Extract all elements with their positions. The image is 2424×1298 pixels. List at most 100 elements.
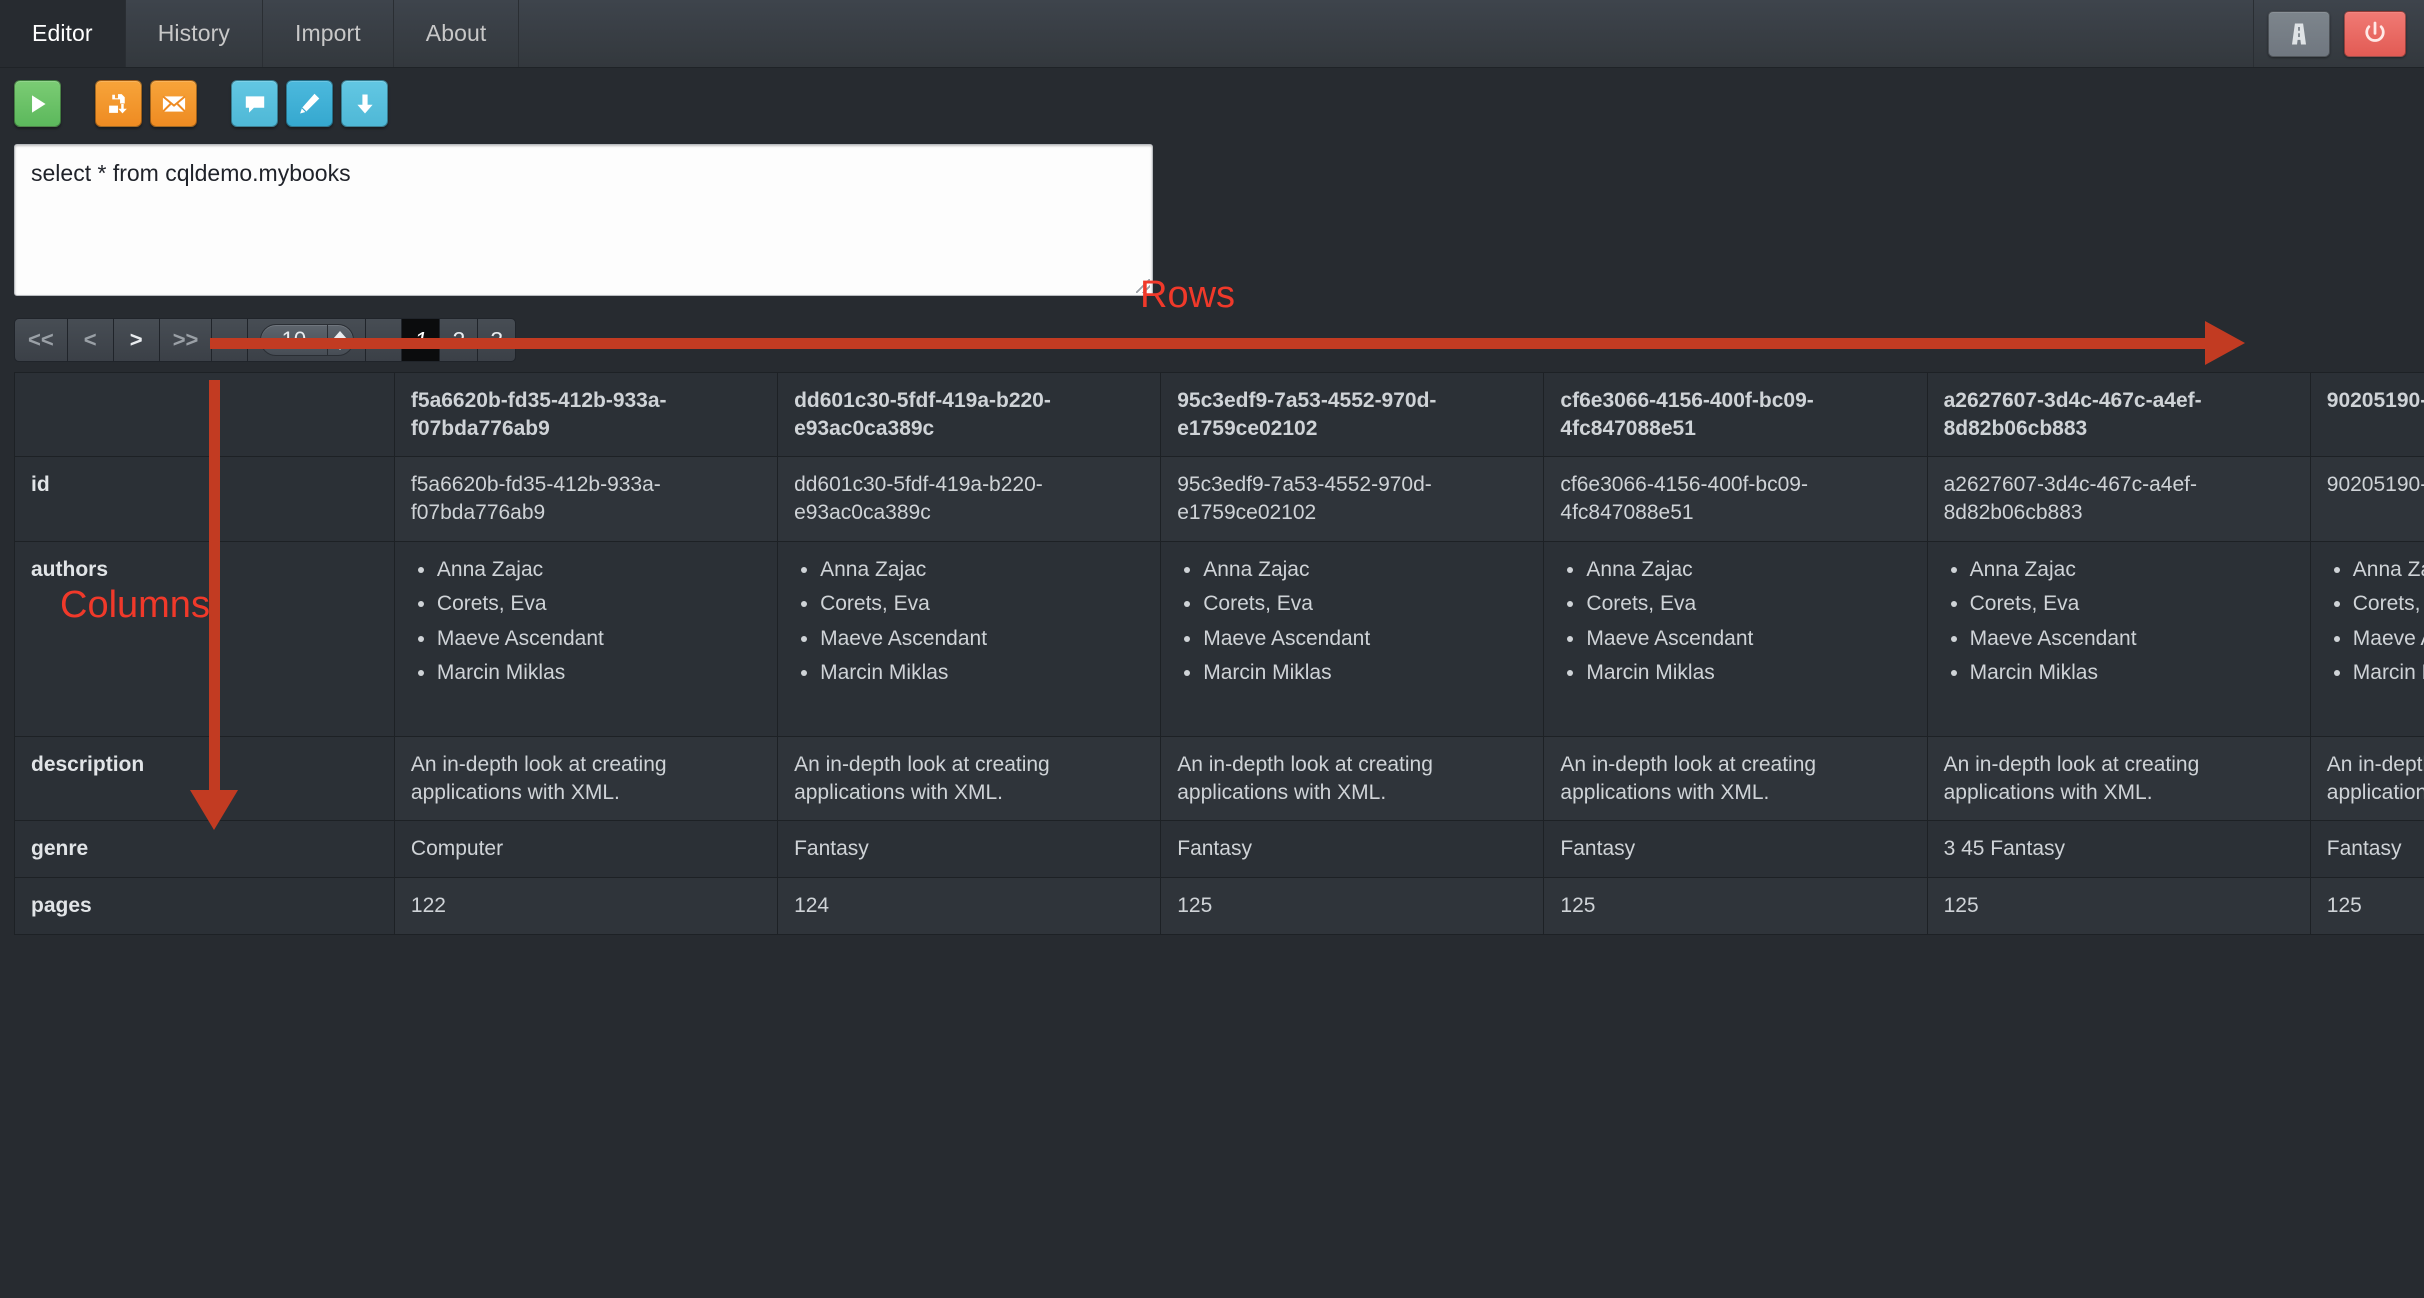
page-prev-button[interactable]: < [66, 318, 113, 362]
edit-button[interactable] [286, 80, 333, 127]
export-mail-button[interactable] [150, 80, 197, 127]
tab-about[interactable]: About [393, 0, 520, 67]
table-cell[interactable]: 3 45 Fantasy [1926, 820, 2311, 879]
tab-editor-label: Editor [32, 20, 93, 46]
list-item: Maeve Ascendant [2353, 625, 2424, 653]
list-item: Marcin Miklas [1970, 659, 2294, 687]
tab-history-label: History [157, 20, 230, 46]
table-cell[interactable]: An in-depth look at creating application… [1926, 735, 2311, 822]
list-item: Corets, Eva [1586, 590, 1910, 618]
table-cell[interactable]: Anna Zajac Corets, Eva Maeve Ascendant Marc… [1926, 540, 2311, 737]
save-query-button[interactable] [95, 80, 142, 127]
pagination-zone: << < > >> 10 1 2 3 Rows [0, 274, 2424, 372]
row-label-authors: authors [14, 540, 395, 737]
table-cell[interactable]: An in-depth look at creating application… [2309, 735, 2424, 822]
page-last-button[interactable]: >> [158, 318, 212, 362]
tab-history[interactable]: History [125, 0, 263, 67]
table-cell[interactable]: 125 [2309, 877, 2424, 935]
table-cell[interactable]: 122 [393, 877, 779, 935]
vertical-orientation-button[interactable] [341, 80, 388, 127]
nav-right-actions [2254, 0, 2424, 67]
table-row: description An in-depth look at creating… [14, 735, 2424, 822]
columns-annotation-label: Columns [60, 584, 210, 626]
table-row: id f5a6620b-fd35-412b-933a-f07bda776ab9 … [14, 456, 2424, 542]
tab-import[interactable]: Import [262, 0, 394, 67]
table-cell[interactable]: An in-depth look at creating application… [1543, 735, 1928, 822]
power-icon [2365, 21, 2385, 42]
table-cell[interactable]: An in-depth look at creating application… [777, 735, 1162, 822]
column-header[interactable]: dd601c30-5fdf-419a-b220-e93ac0ca389c [777, 371, 1162, 458]
road-icon [2292, 23, 2306, 44]
table-cell[interactable]: 124 [777, 877, 1162, 935]
table-cell[interactable]: a2627607-3d4c-467c-a4ef-8d82b06cb883 [1926, 456, 2311, 542]
list-item: Marcin Miklas [2353, 659, 2424, 687]
table-cell[interactable]: 90205190-ab77-4fb7355af5e0c89 [2309, 456, 2424, 542]
list-item: Maeve Ascendant [1203, 625, 1527, 653]
table-cell[interactable]: Anna Zajac Corets, Eva Maeve Ascendant Marc… [1543, 540, 1928, 737]
page-prev-label: < [83, 327, 97, 352]
nav-tab-list: Editor History Import About [0, 0, 520, 67]
envelope-icon [161, 95, 186, 112]
table-cell[interactable]: cf6e3066-4156-400f-bc09-4fc847088e51 [1543, 456, 1928, 542]
table-cell[interactable]: Fantasy [1543, 820, 1928, 879]
table-cell[interactable]: An in-depth look at creating application… [393, 735, 779, 822]
table-cell[interactable]: Anna Zajac Corets, Eva Maeve Ascendant Marc… [2309, 540, 2424, 737]
row-label-pages: pages [14, 877, 395, 935]
column-header[interactable]: 90205190-ab77-4fb7355af5e0c89 [2309, 371, 2424, 458]
table-cell[interactable]: dd601c30-5fdf-419a-b220-e93ac0ca389c [777, 456, 1162, 542]
page-first-button[interactable]: << [14, 318, 67, 362]
list-item: Maeve Ascendant [1586, 625, 1910, 653]
column-header[interactable]: 95c3edf9-7a53-4552-970d-e1759ce02102 [1160, 371, 1545, 458]
list-item: Corets, Eva [437, 590, 761, 618]
query-editor-wrap: select * from cqldemo.mybooks [0, 138, 2424, 296]
list-item: Anna Zajac [437, 556, 761, 584]
table-cell[interactable]: Fantasy [777, 820, 1162, 879]
authors-list: Anna Zajac Corets, Eva Maeve Ascendant Marc… [1203, 556, 1527, 687]
column-header[interactable]: cf6e3066-4156-400f-bc09-4fc847088e51 [1543, 371, 1928, 458]
tab-import-label: Import [294, 20, 361, 46]
list-item: Marcin Miklas [1203, 659, 1527, 687]
table-row: genre Computer Fantasy Fantasy Fantasy 3… [14, 820, 2424, 879]
column-header[interactable]: a2627607-3d4c-467c-a4ef-8d82b06cb883 [1926, 371, 2311, 458]
table-row: authors Anna Zajac Corets, Eva Maeve Ascen… [14, 540, 2424, 737]
table-cell[interactable]: 125 [1543, 877, 1928, 935]
table-cell[interactable]: 125 [1926, 877, 2311, 935]
top-navbar: Editor History Import About [0, 0, 2424, 68]
pencil-icon [300, 93, 320, 114]
query-input[interactable]: select * from cqldemo.mybooks [14, 144, 1153, 296]
query-text: select * from cqldemo.mybooks [31, 160, 351, 186]
table-cell[interactable]: 95c3edf9-7a53-4552-970d-e1759ce02102 [1160, 456, 1545, 542]
table-cell[interactable]: Fantasy [2309, 820, 2424, 879]
list-item: Marcin Miklas [820, 659, 1144, 687]
table-cell[interactable]: Computer [393, 820, 779, 879]
authors-list: Anna Zajac Corets, Eva Maeve Ascendant Marc… [1586, 556, 1910, 687]
tab-about-label: About [425, 20, 487, 46]
page-next-button[interactable]: > [112, 318, 159, 362]
comment-button[interactable] [231, 80, 278, 127]
list-item: Corets, Eva [1203, 590, 1527, 618]
save-icon [109, 94, 127, 114]
table-corner-cell [14, 371, 395, 458]
play-icon [31, 94, 46, 113]
table-cell[interactable]: 125 [1160, 877, 1545, 935]
list-item: Anna Zajac [1203, 556, 1527, 584]
results-table: f5a6620b-fd35-412b-933a-f07bda776ab9 dd6… [14, 371, 2424, 935]
table-cell[interactable]: Fantasy [1160, 820, 1545, 879]
table-cell[interactable]: Anna Zajac Corets, Eva Maeve Ascendant Marc… [393, 540, 779, 737]
list-item: Anna Zajac [2353, 556, 2424, 584]
column-header[interactable]: f5a6620b-fd35-412b-933a-f07bda776ab9 [393, 371, 779, 458]
list-item: Corets, Eva [2353, 590, 2424, 618]
table-cell[interactable]: An in-depth look at creating application… [1160, 735, 1545, 822]
table-cell[interactable]: f5a6620b-fd35-412b-933a-f07bda776ab9 [393, 456, 779, 542]
nav-spacer [519, 0, 2254, 67]
run-query-button[interactable] [14, 80, 61, 127]
columns-annotation-line [209, 380, 220, 800]
power-button[interactable] [2344, 10, 2406, 57]
page-first-label: << [28, 327, 54, 352]
table-cell[interactable]: Anna Zajac Corets, Eva Maeve Ascendant Marc… [777, 540, 1162, 737]
table-cell[interactable]: Anna Zajac Corets, Eva Maeve Ascendant Marc… [1160, 540, 1545, 737]
list-item: Maeve Ascendant [437, 625, 761, 653]
list-item: Anna Zajac [1970, 556, 2294, 584]
tab-editor[interactable]: Editor [0, 0, 126, 67]
road-button[interactable] [2268, 10, 2330, 57]
